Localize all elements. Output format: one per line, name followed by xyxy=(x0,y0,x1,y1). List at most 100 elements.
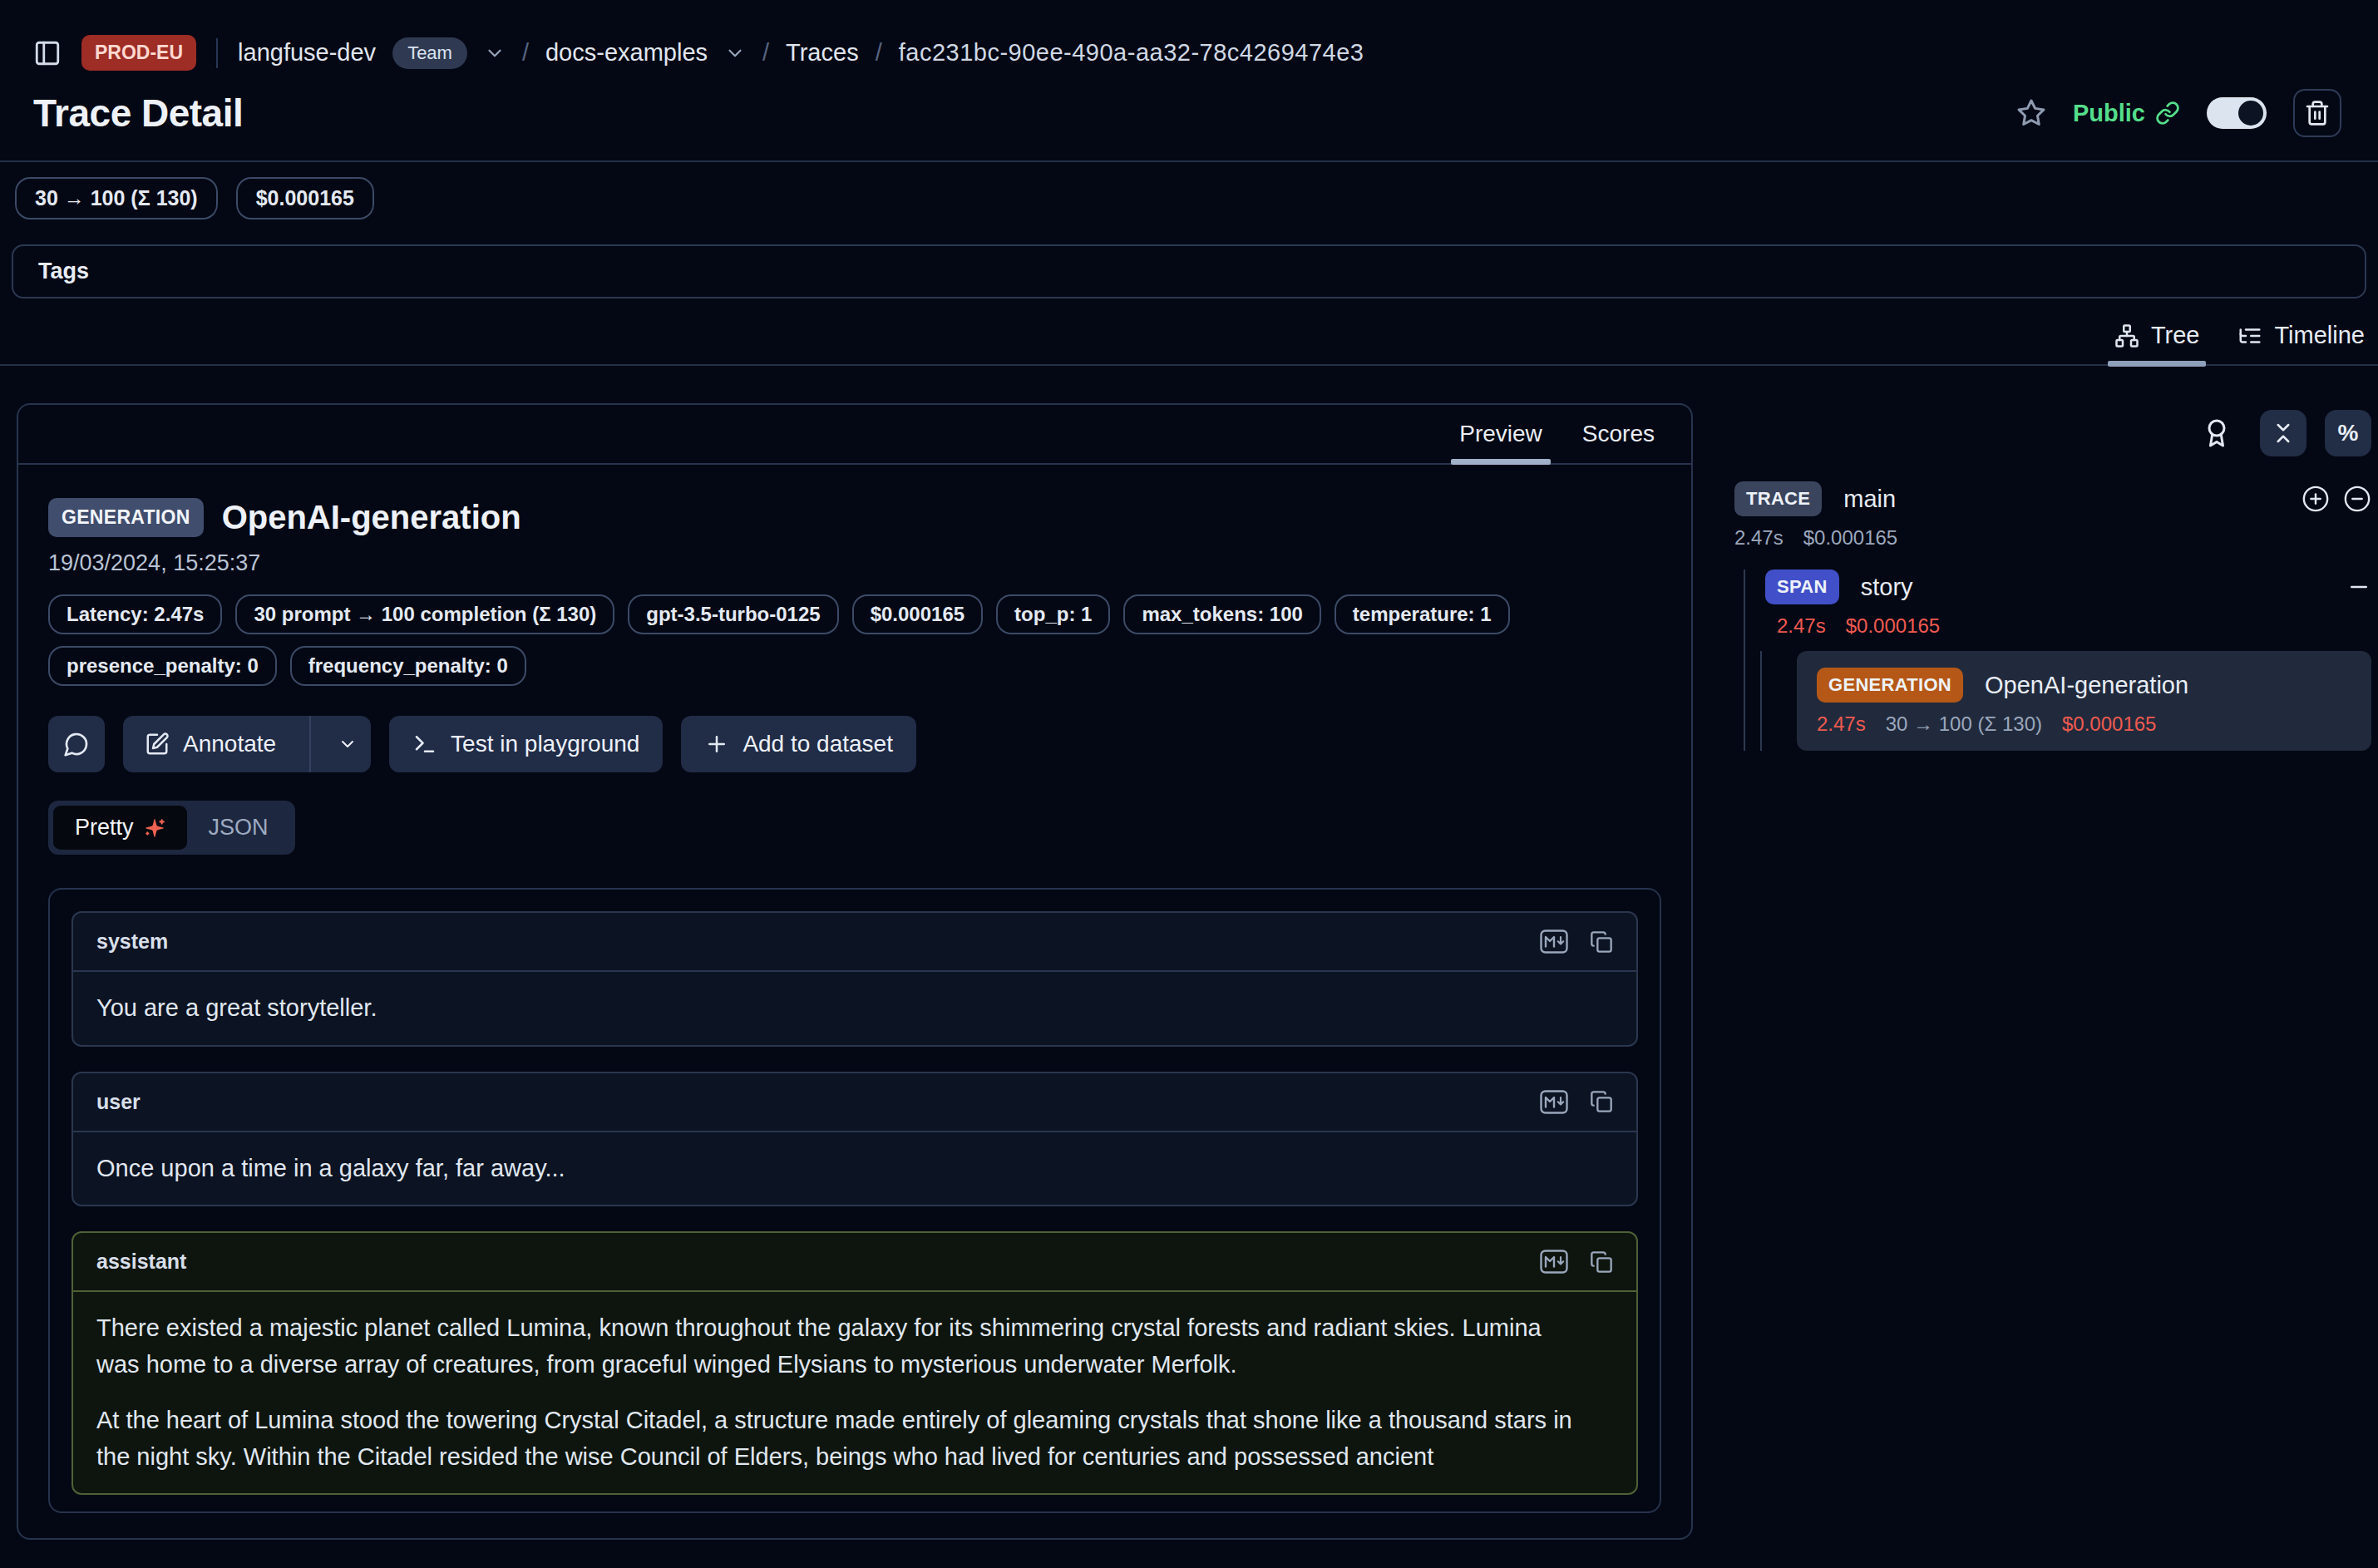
annotate-dropdown-button[interactable] xyxy=(324,716,371,772)
collapse-all-button[interactable] xyxy=(2260,410,2306,456)
expand-all-icon[interactable] xyxy=(2302,485,2330,513)
observation-name: OpenAI-generation xyxy=(222,499,521,536)
breadcrumb-separator: / xyxy=(762,39,769,67)
span-name: story xyxy=(1861,574,1913,601)
breadcrumb-org[interactable]: langfuse-dev xyxy=(238,39,376,67)
frequency-penalty-pill: frequency_penalty: 0 xyxy=(290,646,526,686)
token-usage-badge: 30 → 100 (Σ 130) xyxy=(15,177,218,219)
message-text: You are a great storyteller. xyxy=(96,990,1576,1027)
markdown-toggle-icon[interactable] xyxy=(1540,1250,1568,1274)
page-header: Trace Detail Public xyxy=(33,89,2341,137)
tree-node-span[interactable]: SPAN story 2.47s $0.000165 xyxy=(1765,570,2371,638)
message-role: assistant xyxy=(96,1250,186,1274)
trace-cost: $0.000165 xyxy=(1803,526,1897,550)
breadcrumb-divider xyxy=(216,38,218,68)
breadcrumb-traces[interactable]: Traces xyxy=(786,39,859,67)
observation-type-badge: GENERATION xyxy=(48,498,204,537)
main-content: Preview Scores GENERATION OpenAI-generat… xyxy=(0,403,2378,1540)
trace-badge: TRACE xyxy=(1734,481,1822,516)
playground-label: Test in playground xyxy=(451,731,639,757)
sidebar-toggle-button[interactable] xyxy=(33,39,62,67)
generation-latency: 2.47s xyxy=(1817,713,1866,736)
format-toggle: Pretty JSON xyxy=(48,801,295,855)
public-label: Public xyxy=(2073,100,2145,127)
top-navigation: PROD-EU langfuse-dev Team / docs-example… xyxy=(33,35,2341,71)
message-system: system You are a great storyteller. xyxy=(72,911,1638,1047)
trace-name: main xyxy=(1843,486,1896,513)
format-json-option[interactable]: JSON xyxy=(187,806,290,850)
presence-penalty-pill: presence_penalty: 0 xyxy=(48,646,277,686)
tree-icon xyxy=(2114,323,2139,348)
trace-tree-sidebar: % TRACE main 2.47s $0.000165 xyxy=(1713,403,2371,751)
top-p-pill: top_p: 1 xyxy=(996,594,1110,634)
comment-button[interactable] xyxy=(48,716,105,772)
copy-icon[interactable] xyxy=(1590,1250,1613,1274)
environment-badge[interactable]: PROD-EU xyxy=(81,35,196,71)
observation-metadata-pills: Latency: 2.47s 30 prompt → 100 completio… xyxy=(48,594,1661,686)
generation-cost: $0.000165 xyxy=(2062,713,2156,736)
message-text: Once upon a time in a galaxy far, far aw… xyxy=(96,1151,1576,1187)
link-icon xyxy=(2155,101,2180,126)
model-pill[interactable]: gpt-3.5-turbo-0125 xyxy=(628,594,838,634)
span-latency: 2.47s xyxy=(1777,614,1826,638)
temperature-pill: temperature: 1 xyxy=(1335,594,1510,634)
trace-tree: TRACE main 2.47s $0.000165 SPAN story xyxy=(1713,481,2371,751)
tree-node-generation-selected[interactable]: GENERATION OpenAI-generation 2.47s 30 → … xyxy=(1797,651,2371,751)
copy-icon[interactable] xyxy=(1590,930,1613,954)
page-title: Trace Detail xyxy=(33,91,243,136)
max-tokens-pill: max_tokens: 100 xyxy=(1123,594,1320,634)
chevrons-collapse-icon xyxy=(2271,421,2296,446)
test-in-playground-button[interactable]: Test in playground xyxy=(389,716,663,772)
trace-summary-badges: 30 → 100 (Σ 130) $0.000165 xyxy=(15,177,2378,219)
view-tabs: Tree Timeline xyxy=(0,322,2378,366)
collapse-node-icon[interactable] xyxy=(2346,574,2371,599)
latency-pill: Latency: 2.47s xyxy=(48,594,222,634)
message-user: user Once upon a time in a galaxy far, f… xyxy=(72,1072,1638,1207)
tab-scores[interactable]: Scores xyxy=(1582,405,1655,463)
public-link[interactable]: Public xyxy=(2073,100,2180,127)
chevron-down-icon[interactable] xyxy=(484,42,506,64)
annotate-button[interactable]: Annotate xyxy=(123,716,296,772)
span-cost: $0.000165 xyxy=(1846,614,1940,638)
message-role: user xyxy=(96,1090,141,1114)
terminal-icon xyxy=(412,732,437,757)
bookmark-star-button[interactable] xyxy=(2016,98,2046,128)
observation-detail-panel: Preview Scores GENERATION OpenAI-generat… xyxy=(17,403,1693,1540)
observation-actions: Annotate Test in playground xyxy=(48,716,1661,772)
public-toggle[interactable] xyxy=(2207,97,2267,129)
trash-icon xyxy=(2304,100,2331,126)
format-pretty-option[interactable]: Pretty xyxy=(53,806,187,850)
tab-tree-label: Tree xyxy=(2151,322,2200,349)
annotate-split-button: Annotate xyxy=(123,716,371,772)
copy-icon[interactable] xyxy=(1590,1090,1613,1113)
delete-trace-button[interactable] xyxy=(2293,89,2341,137)
annotate-pen-icon xyxy=(145,732,170,757)
annotation-queue-button[interactable] xyxy=(2202,418,2232,448)
plus-icon xyxy=(704,732,729,757)
tags-section[interactable]: Tags xyxy=(12,244,2366,298)
breadcrumb: langfuse-dev Team / docs-examples / Trac… xyxy=(238,37,1364,69)
breadcrumb-trace-id: fac231bc-90ee-490a-aa32-78c4269474e3 xyxy=(899,39,1364,67)
token-usage-pill: 30 prompt → 100 completion (Σ 130) xyxy=(235,594,614,634)
header-divider xyxy=(0,160,2378,162)
markdown-toggle-icon[interactable] xyxy=(1540,929,1568,954)
tab-timeline[interactable]: Timeline xyxy=(2237,322,2365,364)
chevron-down-icon[interactable] xyxy=(724,42,746,64)
toggle-metrics-button[interactable]: % xyxy=(2325,410,2371,456)
sparkles-icon xyxy=(144,817,165,839)
tab-timeline-label: Timeline xyxy=(2274,322,2365,349)
messages-container: system You are a great storyteller. user xyxy=(48,888,1661,1513)
comment-icon xyxy=(63,731,90,757)
breadcrumb-separator: / xyxy=(522,39,529,67)
tree-node-trace[interactable]: TRACE main 2.47s $0.000165 xyxy=(1734,481,2371,550)
split-separator xyxy=(309,716,311,772)
collapse-all-icon[interactable] xyxy=(2343,485,2371,513)
tab-preview[interactable]: Preview xyxy=(1459,405,1542,463)
markdown-toggle-icon[interactable] xyxy=(1540,1090,1568,1114)
award-icon xyxy=(2202,418,2232,448)
panel-tabs: Preview Scores xyxy=(18,405,1691,465)
tab-tree[interactable]: Tree xyxy=(2114,322,2200,364)
breadcrumb-project[interactable]: docs-examples xyxy=(545,39,708,67)
add-to-dataset-button[interactable]: Add to dataset xyxy=(681,716,916,772)
breadcrumb-separator: / xyxy=(876,39,882,67)
